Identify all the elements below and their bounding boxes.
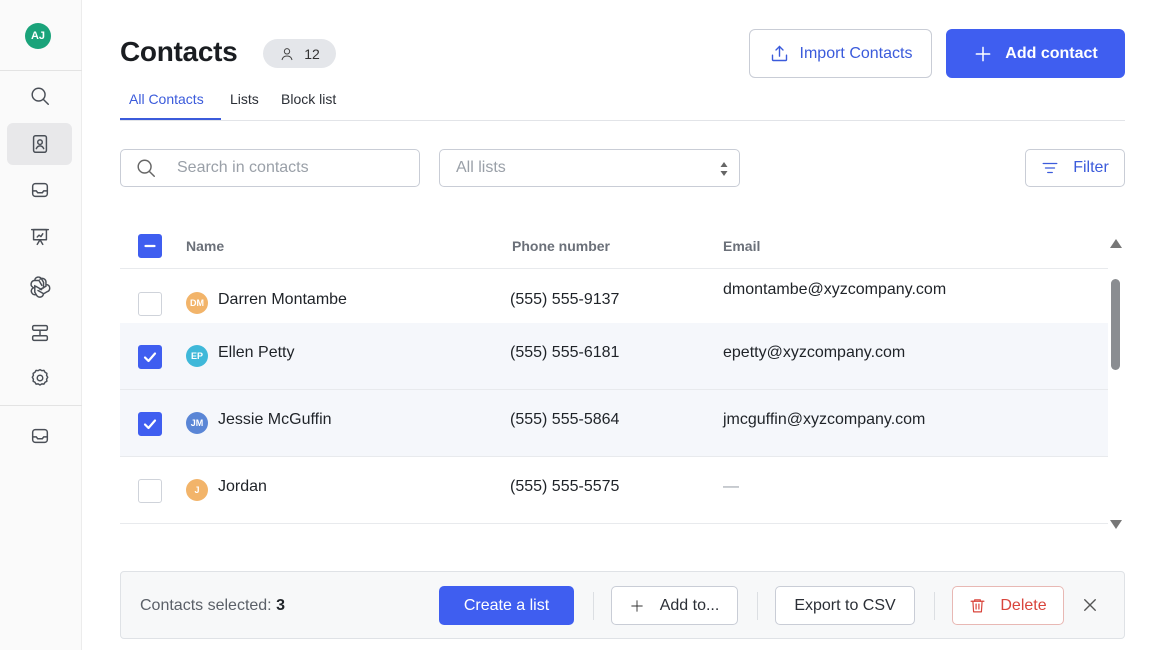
list-select-value: All lists	[456, 159, 506, 176]
page-title: Contacts	[120, 36, 238, 67]
close-icon	[1084, 599, 1096, 611]
create-list-button[interactable]: Create a list	[439, 586, 574, 625]
contact-phone: (555) 555-9137	[510, 291, 620, 308]
row-checkbox[interactable]	[138, 412, 162, 436]
bulk-action-bar: Contacts selected: 3 Create a list Add t…	[120, 571, 1125, 639]
column-header-email[interactable]: Email	[723, 238, 760, 254]
bar-divider	[934, 592, 935, 620]
row-checkbox[interactable]	[138, 292, 162, 316]
contact-email: jmcguffin@xyzcompany.com	[723, 411, 926, 428]
add-contact-label: Add contact	[1005, 44, 1098, 62]
sidebar-item-presentation[interactable]	[7, 216, 72, 258]
add-to-label: Add to...	[659, 596, 720, 614]
ai-spiral-icon	[29, 276, 50, 298]
check-icon	[143, 419, 157, 430]
row-checkbox[interactable]	[138, 479, 162, 503]
column-header-phone[interactable]: Phone number	[512, 238, 610, 254]
bar-divider	[757, 592, 758, 620]
contact-name: Darren Montambe	[218, 291, 347, 308]
scroll-down-arrow[interactable]	[1110, 520, 1122, 529]
sidebar-item-search[interactable]	[7, 75, 72, 117]
table-row[interactable]: EP Ellen Petty (555) 555-6181 epetty@xyz…	[120, 323, 1108, 390]
table-row[interactable]: JM Jessie McGuffin (555) 555-5864 jmcguf…	[120, 390, 1108, 457]
person-icon	[281, 47, 293, 60]
sidebar-item-inbox[interactable]	[7, 169, 72, 211]
contact-name: Ellen Petty	[218, 344, 295, 361]
scroll-up-arrow[interactable]	[1110, 239, 1122, 248]
contact-phone: (555) 555-5864	[510, 411, 620, 428]
add-contact-button[interactable]: Add contact	[946, 29, 1125, 78]
add-to-button[interactable]: Add to...	[611, 586, 738, 625]
tab-all-contacts[interactable]: All Contacts	[129, 91, 204, 107]
import-contacts-label: Import Contacts	[799, 44, 913, 62]
sidebar-item-settings[interactable]	[7, 357, 72, 399]
tab-lists[interactable]: Lists	[230, 91, 259, 107]
check-icon	[143, 352, 157, 363]
tab-bar: All Contacts Lists Block list	[120, 89, 1125, 121]
search-icon	[30, 87, 49, 105]
plus-icon	[630, 599, 643, 612]
contact-email: dmontambe@xyzcompany.com	[723, 281, 947, 298]
contact-phone: (555) 555-6181	[510, 344, 620, 361]
table-header: Name Phone number Email	[120, 223, 1108, 269]
column-header-name[interactable]: Name	[186, 238, 224, 254]
list-select[interactable]: All lists	[439, 149, 740, 187]
contact-phone: (555) 555-5575	[510, 478, 620, 495]
contact-name: Jordan	[218, 478, 267, 495]
import-contacts-button[interactable]: Import Contacts	[749, 29, 932, 78]
search-input[interactable]	[177, 159, 397, 177]
sidebar-item-messages[interactable]	[7, 415, 72, 457]
message-tray-icon	[31, 428, 48, 444]
close-bar-button[interactable]	[1080, 595, 1100, 615]
selected-count: 3	[276, 597, 285, 614]
upload-icon	[771, 45, 787, 62]
sidebar-divider	[0, 70, 82, 71]
sidebar-divider	[0, 405, 82, 406]
plus-icon	[975, 46, 991, 61]
active-tab-indicator	[120, 118, 221, 120]
tab-block-list[interactable]: Block list	[281, 91, 336, 107]
sidebar-item-contacts[interactable]	[7, 123, 72, 165]
avatar: J	[186, 479, 208, 501]
contact-email: epetty@xyzcompany.com	[723, 344, 906, 361]
select-all-checkbox[interactable]	[138, 234, 162, 258]
row-checkbox[interactable]	[138, 345, 162, 369]
filter-button[interactable]: Filter	[1025, 149, 1125, 187]
filter-label: Filter	[1073, 159, 1109, 176]
contact-book-icon	[32, 135, 47, 153]
avatar: DM	[186, 292, 208, 314]
contact-count-badge: 12	[263, 39, 336, 68]
contact-email: —	[723, 478, 739, 495]
presentation-board-icon	[30, 228, 49, 246]
trash-icon	[970, 599, 985, 613]
bar-divider	[593, 592, 594, 620]
delete-button[interactable]: Delete	[952, 586, 1064, 625]
selected-count-label: Contacts selected: 3	[140, 597, 285, 615]
scrollbar-thumb[interactable]	[1111, 279, 1120, 370]
user-avatar[interactable]: AJ	[25, 23, 51, 49]
sidebar: AJ	[0, 0, 82, 650]
selected-count-text: Contacts selected:	[140, 597, 272, 614]
avatar: JM	[186, 412, 208, 434]
search-box	[120, 149, 420, 187]
export-csv-button[interactable]: Export to CSV	[775, 586, 915, 625]
contact-count: 12	[304, 45, 320, 62]
sidebar-item-automation[interactable]	[7, 312, 72, 354]
inbox-tray-icon	[31, 182, 48, 198]
delete-label: Delete	[1000, 596, 1047, 614]
workflow-icon	[31, 324, 48, 342]
avatar: EP	[186, 345, 208, 367]
gear-icon	[31, 368, 48, 386]
filter-lines-icon	[1042, 162, 1058, 174]
select-arrows-icon	[720, 162, 728, 176]
table-row[interactable]: J Jordan (555) 555-5575 —	[120, 457, 1108, 524]
contact-name: Jessie McGuffin	[218, 411, 332, 428]
search-icon	[137, 159, 155, 177]
minus-icon	[144, 244, 156, 248]
sidebar-item-ai[interactable]	[7, 266, 72, 308]
